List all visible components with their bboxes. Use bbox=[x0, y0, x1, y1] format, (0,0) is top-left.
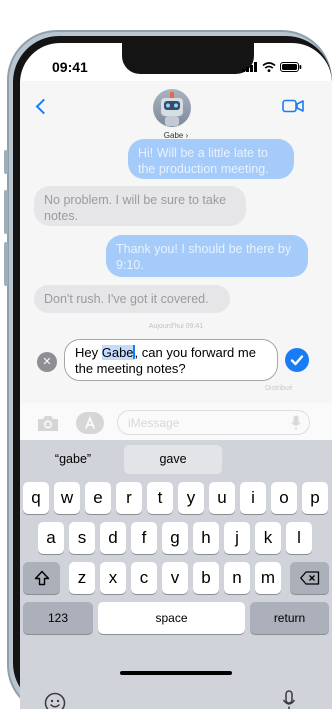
message-input[interactable]: iMessage bbox=[117, 410, 310, 435]
cellular-signal-icon bbox=[242, 62, 257, 72]
side-button bbox=[4, 242, 8, 286]
timestamp: Aujourd'hui 09:41 bbox=[148, 323, 204, 330]
key-s[interactable]: s bbox=[69, 522, 95, 554]
shift-icon bbox=[34, 570, 49, 586]
incoming-message: Don't rush. I've got it covered. bbox=[34, 285, 230, 313]
edit-message-field[interactable]: Hey Gabe, can you forward me the meeting… bbox=[64, 339, 278, 381]
key-x[interactable]: x bbox=[100, 562, 126, 594]
key-q[interactable]: q bbox=[23, 482, 49, 514]
key-h[interactable]: h bbox=[193, 522, 219, 554]
notch bbox=[122, 43, 254, 74]
return-key[interactable]: return bbox=[250, 602, 329, 634]
key-l[interactable]: l bbox=[286, 522, 312, 554]
key-n[interactable]: n bbox=[224, 562, 250, 594]
suggestion-item[interactable] bbox=[226, 445, 324, 474]
emoji-icon[interactable] bbox=[44, 692, 66, 709]
key-g[interactable]: g bbox=[162, 522, 188, 554]
delivered-status: Distribué bbox=[265, 385, 293, 392]
key-v[interactable]: v bbox=[162, 562, 188, 594]
key-f[interactable]: f bbox=[131, 522, 157, 554]
keyboard: “gabe” gave q w e r t y u i o p a s d f … bbox=[20, 440, 332, 709]
side-button bbox=[4, 150, 8, 174]
confirm-edit-button[interactable] bbox=[285, 348, 309, 372]
microphone-icon[interactable] bbox=[291, 415, 301, 431]
key-r[interactable]: r bbox=[116, 482, 142, 514]
key-t[interactable]: t bbox=[147, 482, 173, 514]
key-y[interactable]: y bbox=[178, 482, 204, 514]
close-icon[interactable]: ✕ bbox=[37, 352, 57, 372]
phone-screen: 09:41 Gabe › Hi! Will be a little late t… bbox=[20, 43, 332, 709]
status-time: 09:41 bbox=[52, 59, 88, 75]
key-o[interactable]: o bbox=[271, 482, 297, 514]
dictation-icon[interactable] bbox=[282, 690, 296, 709]
key-e[interactable]: e bbox=[85, 482, 111, 514]
checkmark-icon bbox=[290, 355, 304, 366]
key-d[interactable]: d bbox=[100, 522, 126, 554]
incoming-message: No problem. I will be sure to take notes… bbox=[34, 186, 246, 226]
robot-memoji-icon bbox=[161, 92, 183, 126]
key-a[interactable]: a bbox=[38, 522, 64, 554]
key-k[interactable]: k bbox=[255, 522, 281, 554]
app-store-glyph bbox=[85, 415, 95, 429]
key-p[interactable]: p bbox=[302, 482, 328, 514]
key-z[interactable]: z bbox=[69, 562, 95, 594]
backspace-key[interactable] bbox=[290, 562, 329, 594]
space-key[interactable]: space bbox=[98, 602, 245, 634]
suggestion-item[interactable]: gave bbox=[124, 445, 222, 474]
suggestion-bar: “gabe” gave bbox=[20, 440, 332, 480]
battery-icon bbox=[280, 62, 302, 72]
video-call-icon[interactable] bbox=[282, 99, 304, 113]
edit-text-before: Hey bbox=[75, 345, 102, 360]
status-icons bbox=[242, 62, 302, 72]
side-button bbox=[4, 190, 8, 234]
home-indicator[interactable] bbox=[120, 671, 232, 675]
key-u[interactable]: u bbox=[209, 482, 235, 514]
wifi-icon bbox=[262, 62, 276, 72]
suggestion-item[interactable]: “gabe” bbox=[24, 445, 122, 474]
key-c[interactable]: c bbox=[131, 562, 157, 594]
numbers-key[interactable]: 123 bbox=[23, 602, 93, 634]
shift-key[interactable] bbox=[23, 562, 60, 594]
compose-bar: iMessage bbox=[20, 403, 332, 443]
back-chevron-icon[interactable] bbox=[35, 98, 52, 115]
outgoing-message: Hi! Will be a little late to the product… bbox=[128, 139, 294, 179]
edit-message-row: ✕ Hey Gabe, can you forward me the meeti… bbox=[20, 339, 332, 389]
key-b[interactable]: b bbox=[193, 562, 219, 594]
outgoing-message: Thank you! I should be there by 9:10. bbox=[106, 235, 308, 277]
edit-text-selected: Gabe bbox=[101, 345, 134, 360]
camera-icon[interactable] bbox=[36, 414, 60, 432]
app-store-icon[interactable] bbox=[76, 412, 104, 434]
backspace-icon bbox=[299, 571, 319, 585]
key-i[interactable]: i bbox=[240, 482, 266, 514]
key-w[interactable]: w bbox=[54, 482, 80, 514]
contact-avatar[interactable] bbox=[153, 89, 191, 127]
key-j[interactable]: j bbox=[224, 522, 250, 554]
key-m[interactable]: m bbox=[255, 562, 281, 594]
